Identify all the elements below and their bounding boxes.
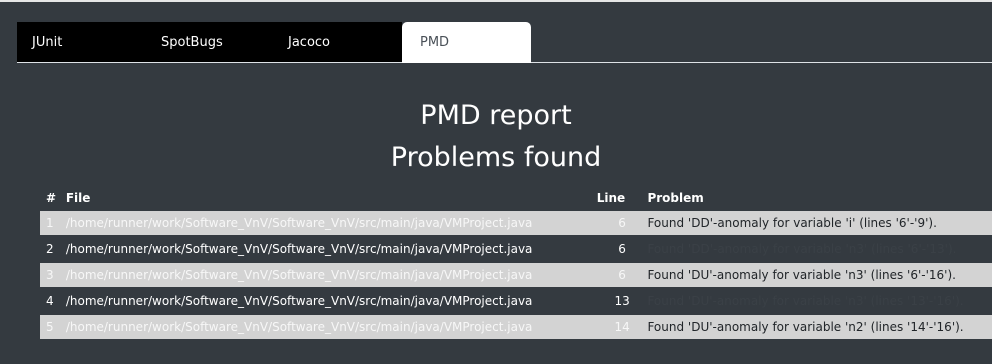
header-line: Line <box>596 191 626 205</box>
row-line: 6 <box>596 235 648 262</box>
row-problem: Found 'DD'-anomaly for variable 'i' (lin… <box>647 209 992 236</box>
row-num: 4 <box>40 287 66 314</box>
page-title: PMD report <box>420 100 572 131</box>
row-num: 5 <box>40 313 66 339</box>
page-subtitle: Problems found <box>390 142 602 173</box>
tab-pmd[interactable]: PMD <box>402 22 531 63</box>
table-header-row: # File Line Problem <box>40 187 992 210</box>
row-line: 14 <box>596 313 648 339</box>
row-num: 2 <box>40 235 66 262</box>
page: JUnit SpotBugs Jacoco PMD PMD report Pro… <box>0 0 992 364</box>
tab-jacoco[interactable]: Jacoco <box>288 22 330 62</box>
row-line: 6 <box>596 261 648 288</box>
table-row: 4 /home/runner/work/Software_VnV/Softwar… <box>40 287 992 314</box>
row-problem: Found 'DU'-anomaly for variable 'n3' (li… <box>647 261 992 288</box>
row-problem: Found 'DU'-anomaly for variable 'n3' (li… <box>647 287 992 314</box>
row-file: /home/runner/work/Software_VnV/Software_… <box>65 287 597 314</box>
row-file: /home/runner/work/Software_VnV/Software_… <box>65 235 597 262</box>
table-row: 5 /home/runner/work/Software_VnV/Softwar… <box>40 313 992 339</box>
tab-bar: JUnit SpotBugs Jacoco PMD <box>17 22 992 63</box>
header-file: File <box>65 191 91 205</box>
row-file: /home/runner/work/Software_VnV/Software_… <box>65 209 597 236</box>
header-problem: Problem <box>647 191 704 205</box>
row-file: /home/runner/work/Software_VnV/Software_… <box>65 313 597 339</box>
row-line: 13 <box>596 287 648 314</box>
row-line: 6 <box>596 209 648 236</box>
table-row: 2 /home/runner/work/Software_VnV/Softwar… <box>40 235 992 262</box>
table-row: 1 /home/runner/work/Software_VnV/Softwar… <box>40 209 992 236</box>
tab-junit[interactable]: JUnit <box>32 22 62 62</box>
row-num: 3 <box>40 261 66 288</box>
top-divider <box>0 0 992 2</box>
row-file: /home/runner/work/Software_VnV/Software_… <box>65 261 597 288</box>
row-num: 1 <box>40 209 66 236</box>
header-num: # <box>46 191 57 205</box>
tab-spotbugs[interactable]: SpotBugs <box>161 22 223 62</box>
table-row: 3 /home/runner/work/Software_VnV/Softwar… <box>40 261 992 288</box>
problems-table: # File Line Problem 1 /home/runner/work/… <box>40 187 992 339</box>
row-problem: Found 'DU'-anomaly for variable 'n2' (li… <box>647 313 992 339</box>
row-problem: Found 'DD'-anomaly for variable 'n3' (li… <box>647 235 992 262</box>
